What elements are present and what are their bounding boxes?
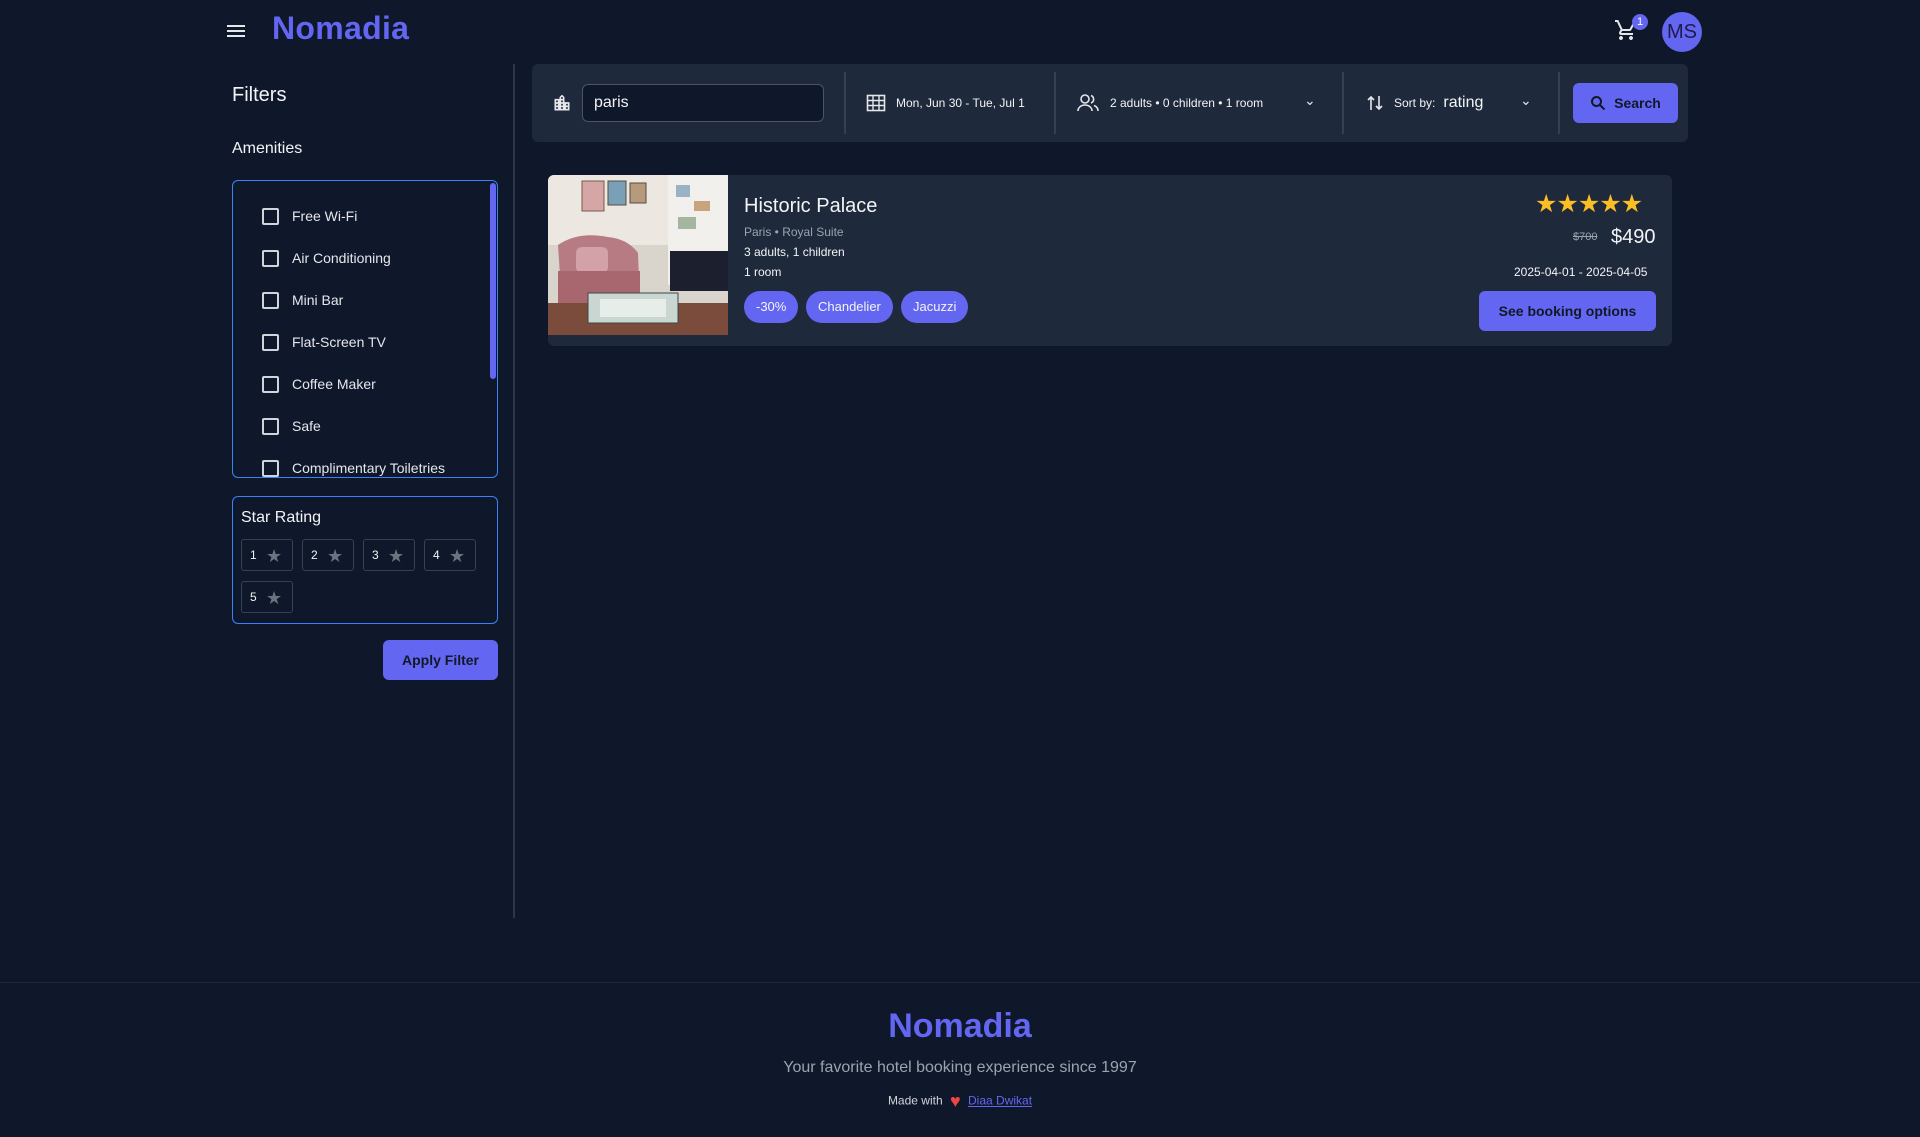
amenity-air-conditioning[interactable]: Air Conditioning bbox=[262, 247, 391, 269]
search-button-label: Search bbox=[1614, 95, 1661, 111]
checkbox[interactable] bbox=[262, 459, 279, 477]
star-option-5[interactable]: 5 ★ bbox=[241, 581, 293, 613]
divider bbox=[1558, 72, 1560, 134]
star-option-1[interactable]: 1 ★ bbox=[241, 539, 293, 571]
star-icon: ★ bbox=[449, 546, 466, 566]
hotel-rooms: 1 room bbox=[744, 265, 782, 279]
divider bbox=[844, 72, 846, 134]
amenity-chip: Chandelier bbox=[806, 291, 893, 323]
sort-icon bbox=[1367, 95, 1383, 111]
star-icon: ★ bbox=[266, 588, 283, 608]
chevron-down-icon[interactable]: ⌄ bbox=[1304, 92, 1316, 109]
star-rating: ★★★★★ bbox=[1535, 190, 1643, 218]
guests-text: 2 adults • 0 children • 1 room bbox=[1110, 96, 1264, 110]
made-with-text: Made with bbox=[887, 1093, 943, 1108]
guests-picker[interactable]: 2 adults • 0 children • 1 room bbox=[1076, 89, 1263, 117]
filters-title: Filters bbox=[232, 84, 287, 106]
star-rating-title: Star Rating bbox=[241, 509, 322, 526]
star-icon: ★ bbox=[327, 546, 344, 566]
top-bar: Nomadia 1 MS bbox=[0, 0, 1920, 62]
original-price: $700 bbox=[1573, 231, 1598, 243]
sort-label: Sort by: bbox=[1394, 96, 1436, 110]
amenities-list[interactable]: Free Wi-Fi Air Conditioning Mini Bar Fla… bbox=[232, 180, 498, 478]
destination-input[interactable] bbox=[582, 84, 824, 122]
footer: Nomadia Your favorite hotel booking expe… bbox=[0, 982, 1920, 1137]
hotel-guests: 3 adults, 1 children bbox=[744, 245, 845, 259]
amenity-label: Complimentary Toiletries bbox=[292, 460, 446, 476]
hotel-image[interactable] bbox=[548, 175, 728, 335]
chevron-down-icon[interactable]: ⌄ bbox=[1520, 92, 1532, 109]
author-link[interactable]: Diaa Dwikat bbox=[968, 1094, 1032, 1108]
checkbox[interactable] bbox=[262, 375, 279, 393]
sidebar-divider bbox=[513, 64, 515, 918]
amenity-complimentary-toiletries[interactable]: Complimentary Toiletries bbox=[262, 457, 446, 477]
footer-credit: Made with ♥ Diaa Dwikat bbox=[0, 1091, 1920, 1112]
heart-icon: ♥ bbox=[949, 1091, 961, 1111]
star-option-label: 2 bbox=[311, 548, 318, 562]
apply-filter-button[interactable]: Apply Filter bbox=[383, 640, 498, 680]
star-rating-filter: Star Rating 1 ★ 2 ★ 3 ★ 4 ★ 5 ★ bbox=[232, 496, 498, 624]
see-booking-options-button[interactable]: See booking options bbox=[1479, 291, 1656, 331]
hotel-name[interactable]: Historic Palace bbox=[744, 195, 877, 218]
checkbox[interactable] bbox=[262, 249, 279, 267]
amenities-title: Amenities bbox=[232, 140, 303, 157]
star-option-label: 5 bbox=[250, 590, 257, 604]
date-range-text: Mon, Jun 30 - Tue, Jul 1 bbox=[896, 96, 1025, 110]
checkbox[interactable] bbox=[262, 333, 279, 351]
star-option-label: 1 bbox=[250, 548, 257, 562]
search-button[interactable]: Search bbox=[1573, 83, 1678, 123]
calendar-grid-icon bbox=[866, 94, 886, 112]
guests-icon bbox=[1077, 94, 1099, 112]
star-icon: ★ bbox=[266, 546, 283, 566]
footer-logo: Nomadia bbox=[888, 1007, 1032, 1045]
discounted-price: $490 bbox=[1611, 226, 1656, 248]
amenity-safe[interactable]: Safe bbox=[262, 415, 321, 437]
stay-dates: 2025-04-01 - 2025-04-05 bbox=[1514, 265, 1648, 279]
star-option-label: 3 bbox=[372, 548, 379, 562]
city-icon bbox=[554, 94, 570, 111]
star-option-3[interactable]: 3 ★ bbox=[363, 539, 415, 571]
checkbox[interactable] bbox=[262, 291, 279, 309]
search-icon bbox=[1591, 96, 1606, 111]
amenity-label: Air Conditioning bbox=[292, 250, 391, 266]
search-bar: Mon, Jun 30 - Tue, Jul 1 2 adults • 0 ch… bbox=[532, 64, 1688, 142]
amenity-label: Safe bbox=[292, 418, 321, 434]
divider bbox=[1054, 72, 1056, 134]
star-option-4[interactable]: 4 ★ bbox=[424, 539, 476, 571]
hotel-room-photo bbox=[548, 175, 728, 335]
amenity-label: Free Wi-Fi bbox=[292, 208, 358, 224]
star-icon: ★ bbox=[388, 546, 405, 566]
amenity-label: Coffee Maker bbox=[292, 376, 376, 392]
amenity-label: Mini Bar bbox=[292, 292, 344, 308]
amenity-label: Flat-Screen TV bbox=[292, 334, 386, 350]
checkbox[interactable] bbox=[262, 207, 279, 225]
cart-button[interactable]: 1 bbox=[1614, 14, 1648, 46]
cart-count-badge: 1 bbox=[1632, 14, 1648, 30]
sort-select[interactable]: Sort by: rating bbox=[1366, 89, 1483, 117]
amenity-coffee-maker[interactable]: Coffee Maker bbox=[262, 373, 376, 395]
date-range-picker[interactable]: Mon, Jun 30 - Tue, Jul 1 bbox=[866, 89, 1025, 117]
user-avatar[interactable]: MS bbox=[1662, 12, 1702, 52]
menu-icon[interactable] bbox=[224, 22, 248, 42]
footer-tagline: Your favorite hotel booking experience s… bbox=[783, 1059, 1137, 1076]
amenity-chip: Jacuzzi bbox=[901, 291, 969, 323]
star-option-label: 4 bbox=[433, 548, 440, 562]
app-logo[interactable]: Nomadia bbox=[272, 10, 409, 47]
hotel-location: Paris • Royal Suite bbox=[744, 225, 844, 239]
checkbox[interactable] bbox=[262, 417, 279, 435]
amenity-flat-screen-tv[interactable]: Flat-Screen TV bbox=[262, 331, 386, 353]
amenities-scrollbar[interactable] bbox=[490, 183, 496, 379]
star-option-2[interactable]: 2 ★ bbox=[302, 539, 354, 571]
amenity-free-wifi[interactable]: Free Wi-Fi bbox=[262, 205, 357, 227]
sort-value: rating bbox=[1443, 94, 1484, 111]
divider bbox=[1342, 72, 1344, 134]
amenity-mini-bar[interactable]: Mini Bar bbox=[262, 289, 343, 311]
discount-badge: -30% bbox=[744, 291, 799, 323]
hotel-result-card: Historic Palace Paris • Royal Suite 3 ad… bbox=[548, 175, 1672, 346]
